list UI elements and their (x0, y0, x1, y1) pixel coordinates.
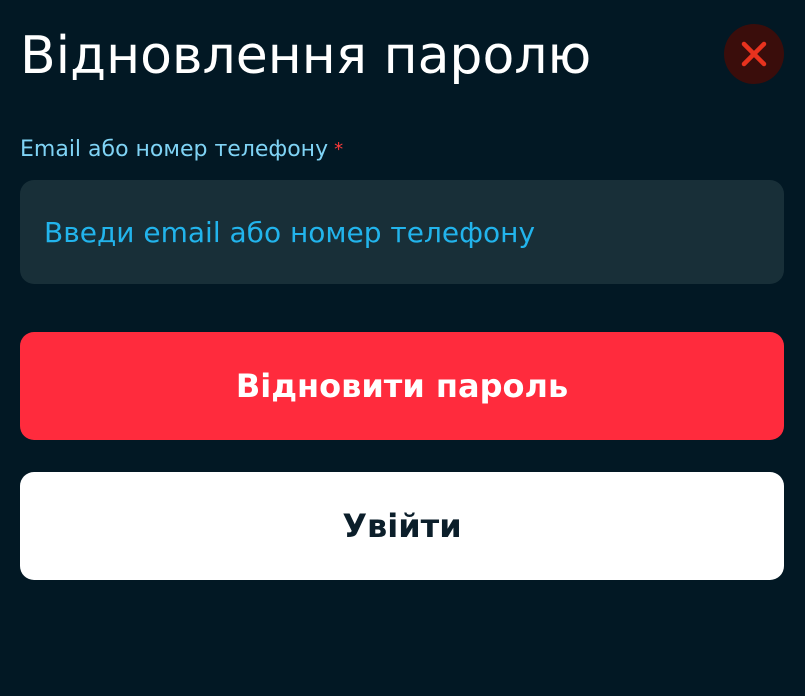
email-phone-input[interactable] (20, 180, 784, 284)
required-marker: * (334, 139, 344, 160)
modal-title: Відновлення паролю (20, 26, 592, 86)
close-button[interactable] (724, 24, 784, 84)
email-phone-label-text: Email або номер телефону (20, 137, 329, 162)
email-phone-label: Email або номер телефону * (20, 136, 343, 164)
login-button[interactable]: Увійти (20, 472, 784, 580)
password-recovery-modal: Відновлення паролю Email або номер телеф… (0, 0, 805, 696)
email-phone-field-container (20, 180, 784, 284)
recover-password-button[interactable]: Відновити пароль (20, 332, 784, 440)
close-icon (741, 41, 767, 67)
